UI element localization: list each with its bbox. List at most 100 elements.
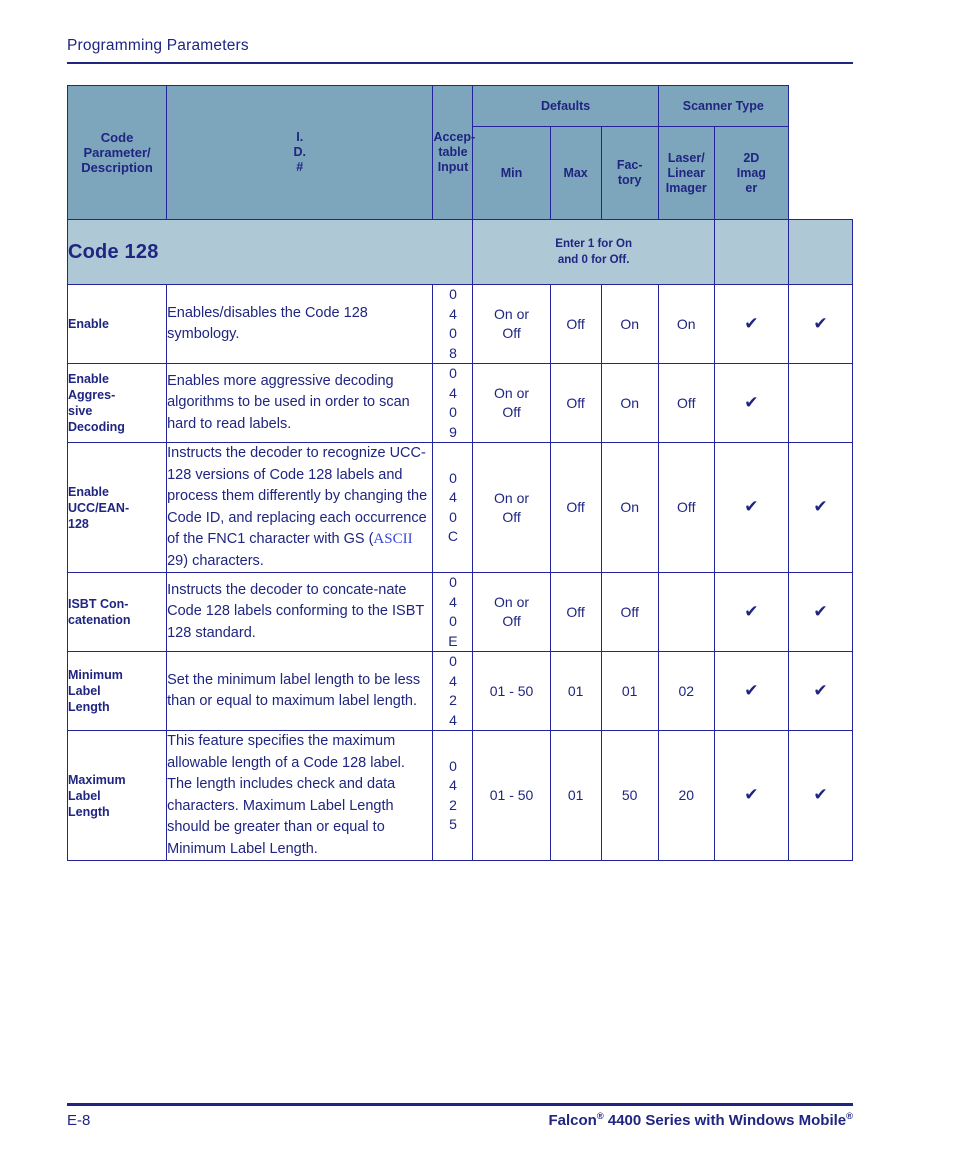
row-parameter-line: sive xyxy=(68,404,93,418)
header-min: Min xyxy=(472,126,551,220)
running-header-rule xyxy=(67,62,853,64)
section-laser-cell xyxy=(713,219,789,285)
running-header: Programming Parameters xyxy=(67,36,853,64)
footer-row: E-8 Falcon® 4400 Series with Windows Mob… xyxy=(67,1111,853,1129)
row-id: 0 4 2 5 xyxy=(432,730,474,861)
row-id-char: 0 xyxy=(449,508,457,525)
row-id-char: 0 xyxy=(449,365,457,381)
row-parameter-line: Enable xyxy=(68,484,109,499)
header-laser-line-2: Linear xyxy=(667,165,706,180)
row-laser-check-icon: ✔ xyxy=(713,284,789,364)
header-scanner-type-group: Scanner Type xyxy=(657,85,789,127)
document-page: Programming Parameters Code Parameter/ D… xyxy=(0,0,954,1159)
row-factory: 20 xyxy=(657,730,715,861)
row-id-char: 0 xyxy=(449,325,457,341)
footer-title-part-1: Falcon xyxy=(548,1112,597,1129)
row-id-char: C xyxy=(447,528,459,544)
row-id-char: E xyxy=(448,632,458,649)
row-id-char: 4 xyxy=(449,489,457,505)
row-parameter-line: Length xyxy=(68,700,110,714)
section-title: Code 128 xyxy=(66,219,474,285)
row-acceptable-input: On or Off xyxy=(472,363,551,443)
row-id-char: 4 xyxy=(449,593,457,610)
row-id-char: 0 xyxy=(449,757,457,774)
row-2d-check-icon: ✔ xyxy=(787,442,854,573)
header-laser-linear-imager: Laser/ Linear Imager xyxy=(657,126,715,220)
row-description: Enables/disables the Code 128 symbology. xyxy=(166,284,434,364)
row-id: 0 4 0 E xyxy=(432,572,474,652)
row-parameter: Maximum Label Length xyxy=(66,730,168,861)
row-acceptable-input: On or Off xyxy=(472,442,551,573)
header-laser-line-1: Laser/ xyxy=(667,150,705,165)
row-factory: Off xyxy=(657,442,715,573)
header-laser-line-3: Imager xyxy=(665,180,707,195)
row-description-text-tail: 29) characters. xyxy=(167,552,264,569)
table-row: Minimum Label Length Set the minimum lab… xyxy=(66,651,854,731)
table-row: ISBT Con- catenation Instructs the decod… xyxy=(66,572,854,652)
header-factory-line-2: tory xyxy=(617,173,642,187)
row-id: 0 4 0 C xyxy=(432,442,474,573)
row-max: On xyxy=(600,284,659,364)
header-id-line-3: # xyxy=(296,160,304,174)
section-2d-cell xyxy=(787,219,854,285)
footer-title-part-2: 4400 Series with Windows Mobile xyxy=(603,1112,847,1129)
row-parameter-line: Length xyxy=(68,804,110,819)
row-2d-check-icon: ✔ xyxy=(787,284,854,364)
row-parameter-line: UCC/EAN- xyxy=(68,500,130,515)
header-factory: Fac- tory xyxy=(600,126,659,220)
row-description: Instructs the decoder to concate-nate Co… xyxy=(166,572,434,652)
header-defaults-group: Defaults xyxy=(472,85,659,127)
row-id-char: 5 xyxy=(449,816,457,832)
row-max: 01 xyxy=(600,651,659,731)
row-2d-check-icon: ✔ xyxy=(787,651,854,731)
header-2d-line-2: Imag xyxy=(736,165,766,180)
row-min: Off xyxy=(549,284,602,364)
header-2d-imager: 2D Imag er xyxy=(713,126,789,220)
registered-trademark-icon: ® xyxy=(846,1111,853,1121)
row-parameter: ISBT Con- catenation xyxy=(66,572,168,652)
row-id-char: 0 xyxy=(449,574,457,590)
row-factory: 02 xyxy=(657,651,715,731)
registered-trademark-icon: ® xyxy=(596,1111,604,1121)
section-note-line-1: Enter 1 for On xyxy=(555,238,632,250)
row-min: Off xyxy=(549,572,602,652)
table-row: Maximum Label Length This feature specif… xyxy=(66,730,854,861)
row-max: On xyxy=(600,363,659,443)
row-2d-check-icon: ✔ xyxy=(787,572,854,652)
row-id-char: 4 xyxy=(449,672,457,689)
row-laser-check-icon: ✔ xyxy=(713,363,789,443)
row-min: Off xyxy=(549,363,602,443)
row-id-char: 2 xyxy=(449,692,457,708)
row-acceptable-input-line: On or xyxy=(494,594,530,610)
row-id-char: 0 xyxy=(449,469,457,486)
row-max: On xyxy=(600,442,659,573)
header-acceptable-input-line-3: Input xyxy=(437,160,469,174)
row-parameter-line: Maximum xyxy=(68,772,126,787)
row-2d-empty-cell xyxy=(787,363,854,443)
row-id: 0 4 0 8 xyxy=(432,284,474,364)
row-parameter: Minimum Label Length xyxy=(66,651,168,731)
row-acceptable-input-line: Off xyxy=(502,613,521,629)
row-acceptable-input: 01 - 50 xyxy=(472,651,551,731)
section-note: Enter 1 for On and 0 for Off. xyxy=(472,219,715,285)
row-description: Instructs the decoder to recognize UCC-1… xyxy=(166,442,434,573)
row-description: This feature specifies the maximum allow… xyxy=(166,730,434,861)
row-acceptable-input-line: Off xyxy=(502,325,521,341)
row-id-char: 4 xyxy=(449,305,457,322)
ascii-cross-reference-link[interactable]: ASCII xyxy=(373,531,412,547)
header-2d-line-3: er xyxy=(745,180,758,195)
row-factory: On xyxy=(657,284,715,364)
header-factory-line-1: Fac- xyxy=(616,158,643,172)
row-laser-check-icon: ✔ xyxy=(713,442,789,573)
row-laser-check-icon: ✔ xyxy=(713,730,789,861)
header-id-line-1: I. xyxy=(296,130,304,144)
row-id-char: 0 xyxy=(449,286,457,302)
row-factory-empty xyxy=(657,572,715,652)
row-parameter-line: Aggres- xyxy=(68,388,116,402)
row-parameter-line: Enable xyxy=(68,372,109,386)
row-min: 01 xyxy=(549,730,602,861)
section-row-code-128: Code 128 Enter 1 for On and 0 for Off. xyxy=(66,219,854,285)
header-acceptable-input-line-1: Accep- xyxy=(433,130,476,144)
row-id: 0 4 2 4 xyxy=(432,651,474,731)
row-id-char: 0 xyxy=(449,404,457,420)
